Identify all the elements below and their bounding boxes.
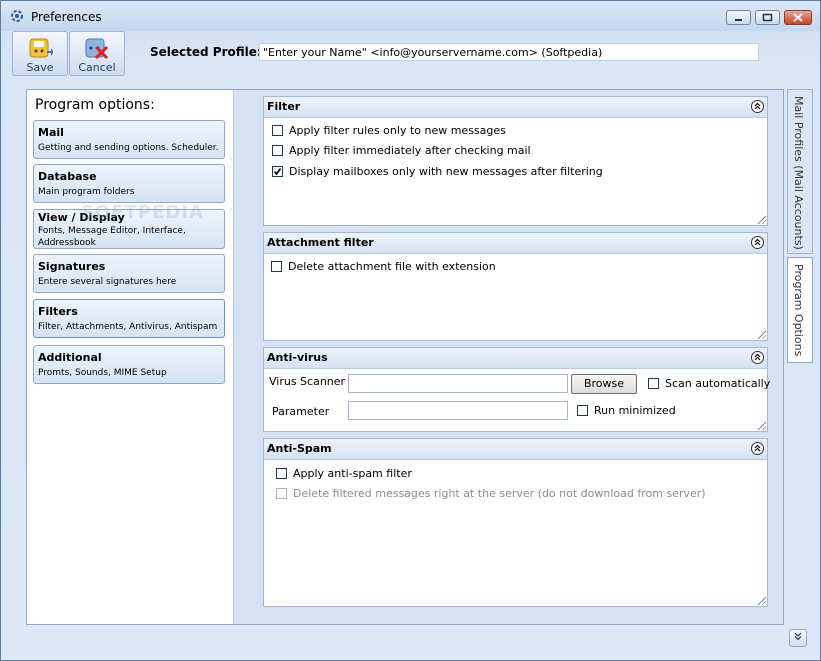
save-button[interactable]: Save xyxy=(12,31,68,76)
antispam-title: Anti-Spam xyxy=(267,442,332,455)
corner-expand-button[interactable] xyxy=(789,629,807,647)
tab-program-options-label: Program Options xyxy=(792,264,805,357)
antispam-header: Anti-Spam xyxy=(264,439,767,460)
filter-header: Filter xyxy=(264,97,767,118)
side-tabs: Mail Profiles (Mail Accounts) Program Op… xyxy=(787,89,815,629)
tab-mail-profiles-label: Mail Profiles (Mail Accounts) xyxy=(792,96,805,250)
checkbox[interactable] xyxy=(271,261,282,272)
attachment-filter-title: Attachment filter xyxy=(267,236,374,249)
program-options-title: Program options: xyxy=(35,97,155,113)
antivirus-group: Anti-virus Virus Scanner Browse Scan aut… xyxy=(263,347,771,432)
option-title: Filters xyxy=(38,305,78,318)
window-title: Preferences xyxy=(31,10,102,24)
checkmark-icon xyxy=(273,168,282,176)
option-desc: Entere several signatures here xyxy=(38,277,177,287)
option-additional[interactable]: Additional Promts, Sounds, MIME Setup xyxy=(33,345,225,384)
close-button[interactable] xyxy=(784,10,812,25)
antispam-group: Anti-Spam Apply anti-spam filter Delete … xyxy=(263,438,768,607)
option-mail[interactable]: Mail Getting and sending options. Schedu… xyxy=(33,120,225,159)
selected-profile-label: Selected Profile: xyxy=(150,45,262,59)
checkbox-checked[interactable] xyxy=(272,166,283,177)
maximize-icon xyxy=(762,13,773,22)
filter-title: Filter xyxy=(267,100,301,113)
resize-grip[interactable] xyxy=(756,420,766,430)
option-desc: Promts, Sounds, MIME Setup xyxy=(38,368,167,378)
checkbox-label: Delete attachment file with extension xyxy=(288,260,496,273)
tab-mail-profiles[interactable]: Mail Profiles (Mail Accounts) xyxy=(787,89,813,254)
browse-button[interactable]: Browse xyxy=(571,374,637,394)
preferences-window: Preferences Save Cancel Selected Profile… xyxy=(0,0,821,661)
option-title: Additional xyxy=(38,351,102,364)
cancel-label: Cancel xyxy=(78,61,116,74)
cancel-icon xyxy=(85,38,109,60)
minimize-button[interactable] xyxy=(726,10,751,25)
option-desc: Getting and sending options. Scheduler. xyxy=(38,143,219,153)
close-icon xyxy=(793,13,803,22)
program-options-panel: Program options: Mail Getting and sendin… xyxy=(27,90,234,624)
filter-group: Filter Apply filter rules only to new me… xyxy=(263,96,768,226)
option-filters[interactable]: Filters Filter, Attachments, Antivirus, … xyxy=(33,299,225,338)
cancel-button[interactable]: Cancel xyxy=(69,31,125,76)
virus-scanner-input[interactable] xyxy=(348,374,568,393)
checkbox-label: Apply filter immediately after checking … xyxy=(289,144,531,157)
checkbox[interactable] xyxy=(272,145,283,156)
option-desc: Filter, Attachments, Antivirus, Antispam xyxy=(38,322,218,332)
checkbox-label: Apply anti-spam filter xyxy=(293,467,412,480)
antispam-collapse-button[interactable] xyxy=(751,442,764,455)
save-icon xyxy=(29,38,54,58)
attachment-filter-group: Attachment filter Delete attachment file… xyxy=(263,232,768,341)
attachment-filter-header: Attachment filter xyxy=(264,233,767,254)
antivirus-collapse-button[interactable] xyxy=(751,351,764,364)
resize-grip[interactable] xyxy=(756,214,766,224)
option-title: Signatures xyxy=(38,260,106,273)
double-chevron-up-icon xyxy=(754,238,761,246)
checkbox-label: Apply filter rules only to new messages xyxy=(289,124,506,137)
checkbox[interactable] xyxy=(276,468,287,479)
double-chevron-up-icon xyxy=(754,353,761,361)
maximize-button[interactable] xyxy=(755,10,780,25)
attachment-filter-collapse-button[interactable] xyxy=(751,236,764,249)
selected-profile-field[interactable]: "Enter your Name" <info@yourservername.c… xyxy=(259,43,759,61)
title-bar: Preferences xyxy=(1,1,820,31)
checkbox-label: Display mailboxes only with new messages… xyxy=(289,165,603,178)
tab-program-options[interactable]: Program Options xyxy=(787,257,813,363)
option-database[interactable]: Database Main program folders xyxy=(33,164,225,203)
double-chevron-up-icon xyxy=(754,444,761,452)
parameter-input[interactable] xyxy=(348,401,568,420)
app-icon xyxy=(11,10,23,22)
checkbox-disabled xyxy=(276,488,287,499)
double-chevron-down-icon xyxy=(794,632,802,641)
parameter-label: Parameter xyxy=(272,405,330,418)
resize-grip[interactable] xyxy=(756,595,766,605)
option-desc: Main program folders xyxy=(38,187,135,197)
checkbox[interactable] xyxy=(648,378,659,389)
checkbox-label: Delete filtered messages right at the se… xyxy=(293,487,706,500)
antivirus-title: Anti-virus xyxy=(267,351,328,364)
option-desc: Fonts, Message Editor, Interface, Addres… xyxy=(38,226,186,248)
checkbox[interactable] xyxy=(577,405,588,416)
antivirus-header: Anti-virus xyxy=(264,348,767,369)
checkbox-label: Run minimized xyxy=(594,404,676,417)
minimize-icon xyxy=(735,19,742,21)
option-signatures[interactable]: Signatures Entere several signatures her… xyxy=(33,254,225,293)
checkbox[interactable] xyxy=(272,125,283,136)
checkbox-label: Scan automatically xyxy=(665,377,771,390)
virus-scanner-label: Virus Scanner xyxy=(269,375,346,388)
filter-collapse-button[interactable] xyxy=(751,100,764,113)
resize-grip[interactable] xyxy=(756,329,766,339)
option-title: Mail xyxy=(38,126,64,139)
save-label: Save xyxy=(26,61,54,74)
double-chevron-up-icon xyxy=(754,102,761,110)
option-title: Database xyxy=(38,170,97,183)
softpedia-watermark: SOFTPEDIA xyxy=(81,202,204,223)
